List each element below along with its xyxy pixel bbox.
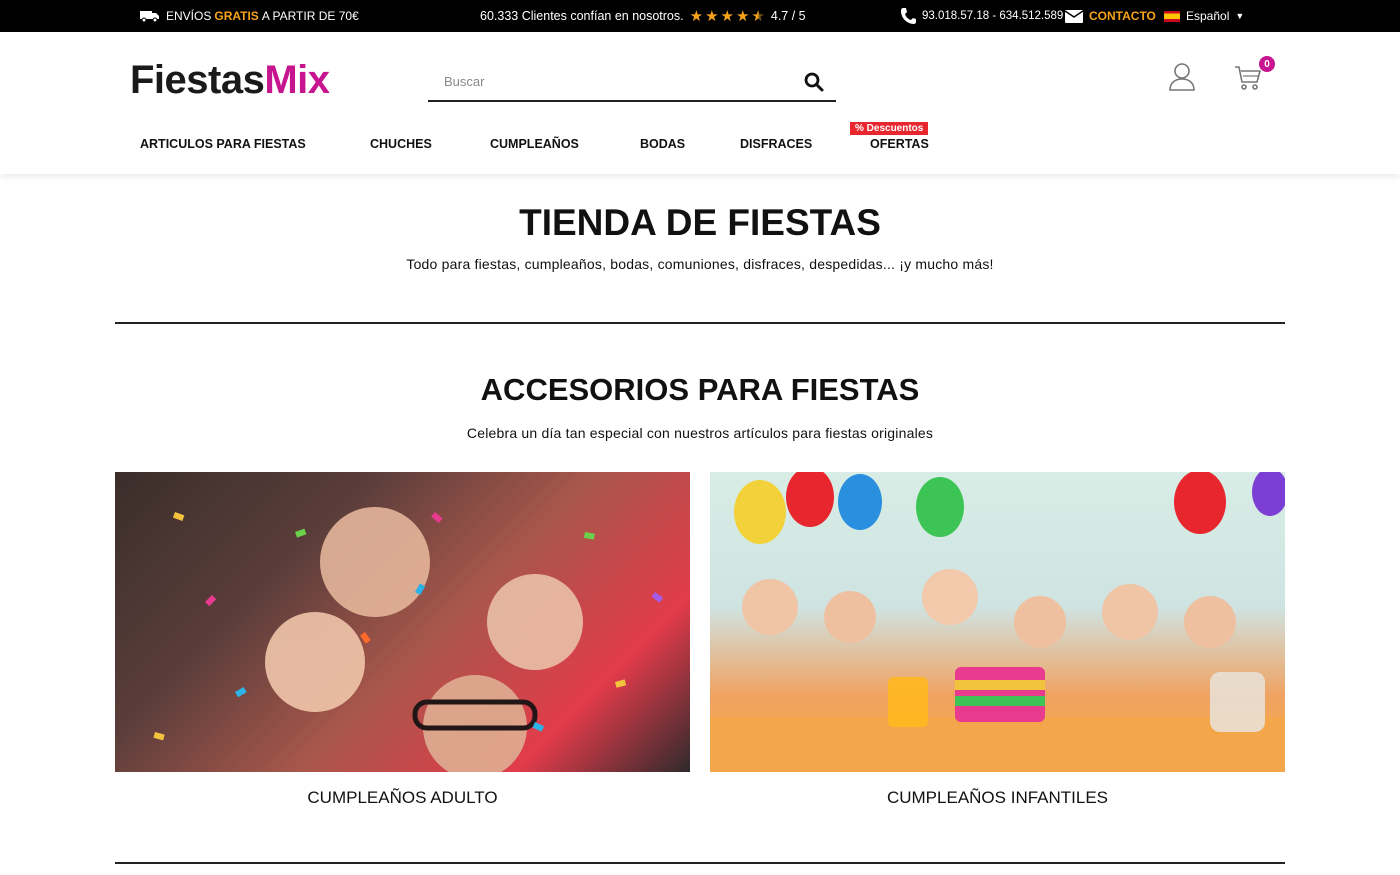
nav-item-cumpleanos[interactable]: CUMPLEAÑOS xyxy=(490,137,579,151)
section-divider xyxy=(115,322,1285,324)
phone-text: 93.018.57.18 - 634.512.589 xyxy=(922,10,1064,22)
logo-text-mix: Mix xyxy=(264,58,330,102)
nav-item-disfraces[interactable]: DISFRACES xyxy=(740,137,812,151)
phone-numbers[interactable]: 93.018.57.18 - 634.512.589 xyxy=(900,0,1063,32)
section-divider xyxy=(115,862,1285,864)
search-icon[interactable] xyxy=(804,72,824,92)
discount-badge: % Descuentos xyxy=(850,122,929,135)
category-card-kids-birthday[interactable]: CUMPLEAÑOS INFANTILES xyxy=(710,472,1285,808)
star-icon: ★ xyxy=(705,7,719,25)
truck-icon xyxy=(140,11,159,22)
site-header: FiestasMix 0 % Descuentos ARTICULOS PARA… xyxy=(0,32,1400,174)
star-icon: ★ xyxy=(720,7,734,25)
shipping-text-gratis: GRATIS xyxy=(214,9,259,23)
logo-text-fiestas: Fiestas xyxy=(130,58,265,102)
language-label: Español xyxy=(1186,9,1230,23)
category-caption[interactable]: CUMPLEAÑOS ADULTO xyxy=(115,788,690,808)
category-caption[interactable]: CUMPLEAÑOS INFANTILES xyxy=(710,788,1285,808)
nav-item-ofertas[interactable]: OFERTAS xyxy=(870,137,929,151)
rating-value: 4.7 / 5 xyxy=(770,9,806,23)
section-subtitle: Celebra un día tan especial con nuestros… xyxy=(466,425,934,441)
adult-party-photo[interactable] xyxy=(115,472,690,772)
page-title: TIENDA DE FIESTAS xyxy=(519,202,881,243)
nav-item-bodas[interactable]: BODAS xyxy=(640,137,685,151)
kids-party-image-illustration xyxy=(710,472,1285,772)
clients-count-text: 60.333 Clientes confían en nosotros. xyxy=(480,9,684,23)
contact-link[interactable]: CONTACTO xyxy=(1065,0,1156,32)
free-shipping-notice: ENVÍOS GRATIS A PARTIR DE 70€ xyxy=(140,0,359,32)
search-bar xyxy=(428,62,836,102)
language-selector[interactable]: Español ▼ xyxy=(1164,0,1244,32)
star-icon: ★ xyxy=(689,7,704,25)
customer-rating[interactable]: 60.333 Clientes confían en nosotros. ★ ★… xyxy=(480,0,806,32)
shopping-cart-icon[interactable] xyxy=(1234,64,1262,92)
section-title: ACCESORIOS PARA FIESTAS xyxy=(480,372,920,407)
search-input[interactable] xyxy=(444,70,784,92)
fiestasmix-logo[interactable]: FiestasMix xyxy=(130,60,330,100)
spain-flag-icon xyxy=(1164,10,1180,22)
contact-label: CONTACTO xyxy=(1089,9,1156,23)
caret-down-icon: ▼ xyxy=(1235,11,1245,21)
adult-party-image-illustration xyxy=(153,507,664,772)
category-card-adult-birthday[interactable]: CUMPLEAÑOS ADULTO xyxy=(115,472,690,808)
kids-party-photo[interactable] xyxy=(710,472,1285,772)
envelope-icon xyxy=(1065,9,1083,23)
page-subtitle: Todo para fiestas, cumpleaños, bodas, co… xyxy=(406,256,994,272)
cart-count-badge: 0 xyxy=(1259,56,1275,72)
star-icon: ★ xyxy=(735,7,750,25)
shipping-text-pre: ENVÍOS xyxy=(166,9,212,23)
user-account-icon[interactable] xyxy=(1168,62,1196,92)
half-star-icon: ★ xyxy=(751,7,765,25)
phone-icon xyxy=(901,8,916,24)
rating-stars: ★ ★ ★ ★ ★ xyxy=(690,9,765,24)
shipping-text-post: A PARTIR DE 70€ xyxy=(261,9,359,23)
top-info-bar: ENVÍOS GRATIS A PARTIR DE 70€ 60.333 Cli… xyxy=(0,0,1400,32)
nav-item-articulos-fiestas[interactable]: ARTICULOS PARA FIESTAS xyxy=(140,137,306,151)
nav-item-chuches[interactable]: CHUCHES xyxy=(370,137,432,151)
